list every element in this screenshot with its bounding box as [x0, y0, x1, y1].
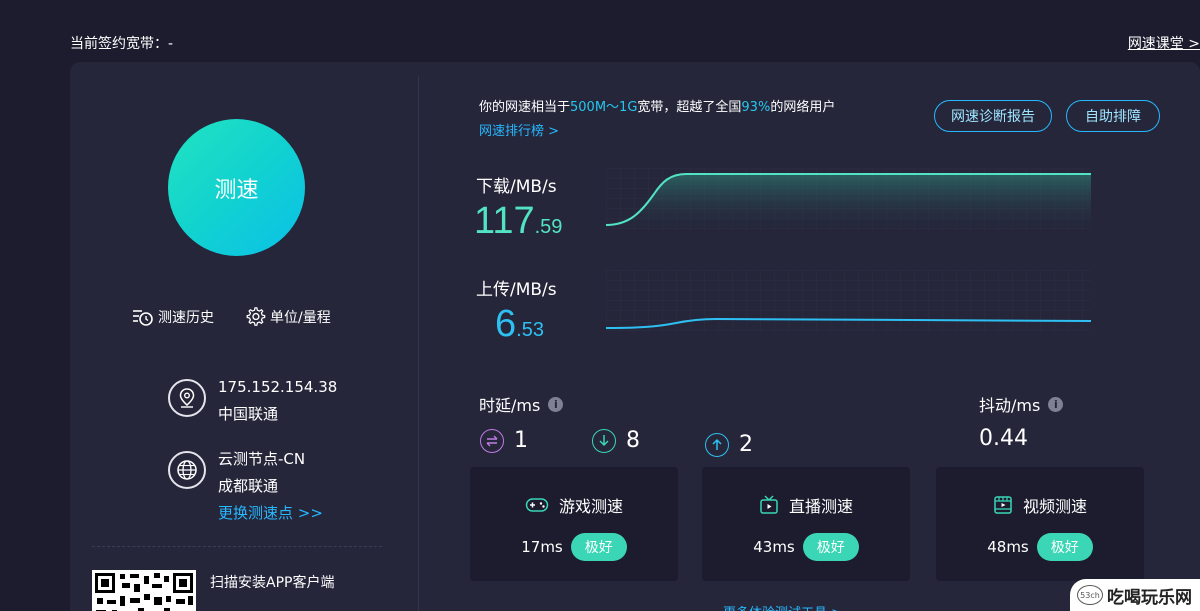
watermark-logo-icon: 53ch: [1077, 585, 1103, 605]
game-test-badge: 极好: [570, 533, 627, 561]
latency-idle-value: 1: [514, 428, 528, 453]
self-troubleshoot-button[interactable]: 自助排障: [1066, 100, 1160, 132]
upload-arrow-icon: [705, 432, 729, 457]
history-button[interactable]: 测速历史: [132, 306, 214, 328]
live-test-latency: 43ms: [753, 538, 795, 556]
jitter-label: 抖动/ms i: [979, 392, 1064, 416]
bandwidth-status: 当前签约宽带：-: [70, 36, 174, 52]
jitter-label-text: 抖动/ms: [979, 396, 1041, 415]
globe-icon: [168, 451, 206, 489]
latency-help-icon[interactable]: i: [548, 396, 564, 412]
summary-bandwidth: 500M～1G: [570, 100, 638, 115]
download-value-int: 117: [474, 200, 535, 242]
upload-label: 上传/MB/s: [476, 280, 557, 300]
latency-download: 8: [592, 428, 640, 453]
history-label: 测速历史: [158, 310, 214, 326]
upload-value-int: 6: [495, 303, 517, 345]
start-speed-test-button[interactable]: 测速: [168, 119, 305, 256]
isp-name: 中国联通: [218, 405, 279, 423]
ip-info: 175.152.154.38 中国联通: [168, 374, 337, 428]
results-column: 你的网速相当于500M～1G宽带，超越了全国93%的网络用户 网速排行榜 > 网…: [419, 62, 1200, 611]
summary-percent: 93%: [741, 100, 771, 115]
live-test-title: 直播测速: [788, 497, 853, 516]
node-name: 云测节点-CN: [218, 450, 306, 468]
game-test-latency: 17ms: [521, 538, 563, 556]
diagnose-report-button[interactable]: 网速诊断报告: [934, 100, 1052, 132]
swap-icon: [480, 428, 504, 453]
summary-prefix: 你的网速相当于: [479, 100, 571, 115]
latency-upload-value: 2: [739, 432, 753, 457]
summary-middle: 宽带，超越了全国: [637, 100, 742, 115]
live-test-card[interactable]: 直播测速 43ms 极好: [702, 467, 910, 581]
summary-suffix: 的网络用户: [770, 100, 836, 115]
video-test-latency: 48ms: [987, 538, 1029, 556]
gamepad-icon: [525, 498, 549, 512]
left-divider: [92, 546, 382, 547]
game-test-title: 游戏测速: [558, 497, 623, 516]
download-label: 下载/MB/s: [476, 177, 557, 197]
film-icon: [994, 496, 1012, 514]
node-isp: 成都联通: [218, 477, 279, 495]
tv-icon: [760, 495, 778, 514]
download-value: 117.59: [474, 200, 562, 243]
ip-address: 175.152.154.38: [218, 378, 338, 396]
video-test-card[interactable]: 视频测速 48ms 极好: [936, 467, 1144, 581]
jitter-help-icon[interactable]: i: [1048, 396, 1064, 412]
download-chart-area: [606, 174, 1091, 230]
qr-code: [92, 570, 196, 611]
video-test-badge: 极好: [1036, 533, 1093, 561]
latency-upload: 2: [705, 432, 753, 457]
site-watermark: 53ch 吃喝玩乐网: [1070, 579, 1200, 611]
latency-idle: 1: [480, 428, 528, 453]
game-test-card[interactable]: 游戏测速 17ms 极好: [470, 467, 678, 581]
live-test-badge: 极好: [802, 533, 859, 561]
upload-value-dec: .53: [516, 319, 544, 341]
watermark-text: 吃喝玩乐网: [1107, 587, 1192, 608]
latency-label: 时延/ms i: [479, 392, 564, 416]
speed-ranking-link[interactable]: 网速排行榜 >: [479, 120, 559, 139]
left-actions: 测速历史 单位/量程: [132, 306, 331, 328]
jitter-value: 0.44: [979, 426, 1028, 451]
unit-range-button[interactable]: 单位/量程: [244, 306, 331, 328]
download-arrow-icon: [592, 428, 616, 453]
download-value-dec: .59: [534, 216, 563, 238]
gear-icon: [246, 307, 266, 326]
qr-caption: 扫描安装APP客户端: [210, 575, 335, 591]
speed-test-panel: 测速 测速历史 单位/量程 175.152.154.38 中国联通 云测节点-C…: [70, 62, 1200, 611]
video-test-title: 视频测速: [1022, 497, 1087, 516]
node-info: 云测节点-CN 成都联通 更换测速点 >>: [168, 446, 323, 527]
history-icon: [133, 310, 153, 326]
unit-range-label: 单位/量程: [270, 310, 331, 326]
location-pin-icon: [168, 379, 206, 417]
speed-course-link[interactable]: 网速课堂 >: [1128, 33, 1200, 53]
latency-label-text: 时延/ms: [479, 396, 541, 415]
latency-download-value: 8: [626, 428, 640, 453]
more-tools-link[interactable]: 更多体验测试工具 >: [723, 602, 842, 611]
left-column: 测速 测速历史 单位/量程 175.152.154.38 中国联通 云测节点-C…: [70, 62, 418, 611]
change-node-link[interactable]: 更换测速点 >>: [218, 500, 323, 527]
upload-chart: [606, 270, 1091, 332]
upload-value: 6.53: [495, 303, 544, 346]
download-chart: [606, 168, 1091, 230]
speed-summary: 你的网速相当于500M～1G宽带，超越了全国93%的网络用户: [479, 96, 835, 115]
